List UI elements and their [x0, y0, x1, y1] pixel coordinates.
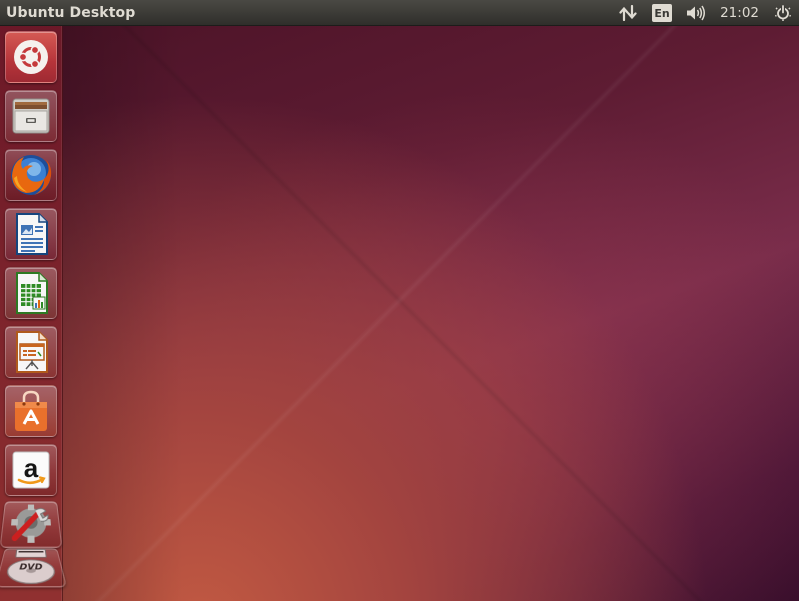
clock[interactable]: 21:02 — [720, 0, 759, 26]
speaker-volume-icon[interactable] — [684, 0, 708, 26]
indicator-area: En 21:02 — [616, 0, 799, 26]
dvd-disc-icon: DVD — [1, 549, 62, 586]
firefox-icon — [8, 152, 54, 198]
writer-document-icon — [11, 212, 51, 256]
launcher: a DVD — [0, 26, 68, 601]
settings-wrench-icon — [5, 503, 58, 546]
launcher-item-ubuntu-software-center[interactable] — [5, 385, 57, 437]
network-updown-icon[interactable] — [616, 0, 640, 26]
shopping-bag-icon — [10, 389, 52, 433]
launcher-item-system-settings[interactable] — [0, 501, 63, 548]
amazon-letter: a — [24, 453, 39, 483]
power-gear-icon[interactable] — [773, 0, 793, 26]
launcher-item-dvd-drive[interactable]: DVD — [0, 548, 68, 588]
amazon-logo-icon: a — [10, 449, 52, 491]
launcher-item-libreoffice-impress[interactable] — [5, 326, 57, 378]
launcher-item-dash-home[interactable] — [5, 31, 57, 83]
keyboard-layout-indicator[interactable]: En — [652, 4, 673, 22]
launcher-shadow — [63, 26, 183, 601]
launcher-item-firefox[interactable] — [5, 149, 57, 201]
launcher-item-files[interactable] — [5, 90, 57, 142]
top-panel: Ubuntu Desktop En 21:02 — [0, 0, 799, 26]
launcher-item-amazon[interactable]: a — [5, 444, 57, 496]
file-cabinet-icon — [10, 96, 52, 136]
panel-window-title: Ubuntu Desktop — [6, 4, 136, 21]
dvd-label: DVD — [19, 563, 43, 572]
calc-spreadsheet-icon — [11, 271, 51, 315]
launcher-item-libreoffice-writer[interactable] — [5, 208, 57, 260]
launcher-item-libreoffice-calc[interactable] — [5, 267, 57, 319]
ubuntu-logo-icon — [11, 37, 51, 77]
impress-presentation-icon — [11, 330, 51, 374]
